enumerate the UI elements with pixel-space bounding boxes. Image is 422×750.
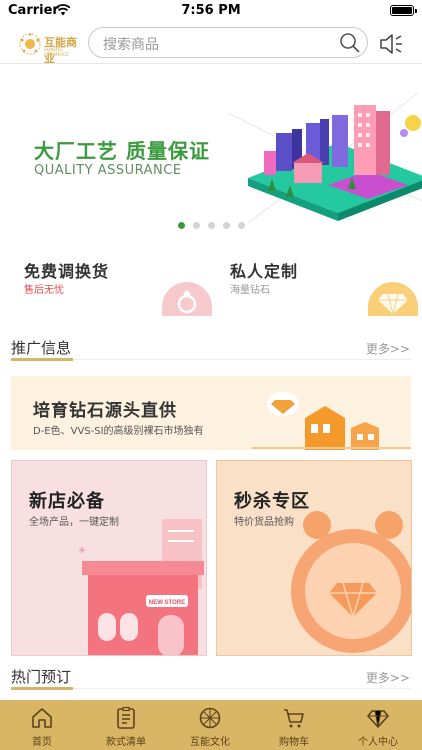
promo-banner[interactable]: 培育钻石源头直供 D-E色、VVS-SI的高级别裸石市场独有: [11, 376, 411, 450]
more-link[interactable]: 更多>>: [366, 340, 410, 357]
top-header: 互能商业 HUNENG COMMERCE 搜索商品: [0, 24, 422, 65]
section-hot-header: 热门预订 更多>>: [0, 662, 422, 692]
alarm-clock-illustration: [291, 511, 411, 653]
logo-subtext: HUNENG COMMERCE: [44, 47, 69, 57]
tile-flash-sale[interactable]: 秒杀专区 特价货品抢购: [216, 460, 412, 656]
more-link[interactable]: 更多>>: [366, 669, 410, 686]
bottom-tab-bar: 首页 款式清单 互能文化 购物车 个人中心: [0, 700, 422, 750]
feature-title: 免费调换货: [24, 262, 110, 281]
store-sign: NEW STORE: [149, 600, 185, 606]
pagination-dot[interactable]: [207, 222, 215, 229]
battery-icon: [390, 5, 417, 16]
tab-label: 款式清单: [106, 737, 146, 748]
section-accent: [11, 687, 73, 690]
status-bar: Carrier 7:56 PM: [0, 0, 422, 22]
banner-headline: 大厂工艺 质量保证: [34, 139, 210, 163]
feature-title: 私人定制: [230, 262, 299, 281]
store-illustration: NEW STORE: [79, 519, 204, 655]
tab-profile[interactable]: 个人中心: [336, 700, 420, 750]
section-accent: [11, 358, 73, 361]
promo-title: 培育钻石源头直供: [33, 401, 177, 421]
search-placeholder: 搜索商品: [103, 37, 159, 53]
banner-pagination[interactable]: [0, 214, 422, 229]
feature-custom[interactable]: 私人定制 海量钻石: [218, 252, 418, 316]
hero-banner[interactable]: 大厂工艺 质量保证 QUALITY ASSURANCE: [0, 65, 422, 235]
tab-style-list[interactable]: 款式清单: [84, 700, 168, 750]
pagination-dot[interactable]: [237, 222, 245, 229]
cart-icon: [284, 709, 304, 728]
logo-mark-icon: [19, 33, 41, 55]
section-promo-header: 推广信息 更多>>: [0, 333, 422, 363]
feature-free-exchange[interactable]: 免费调换货 售后无忧: [12, 252, 212, 316]
tile-title: 新店必备: [29, 491, 105, 512]
pagination-dot[interactable]: [222, 222, 230, 229]
tile-new-store[interactable]: 新店必备 全场产品，一键定制 NEW STORE: [11, 460, 207, 656]
pagination-dot-active[interactable]: [177, 222, 185, 229]
ring-icon: [162, 282, 212, 316]
tab-label: 互能文化: [190, 737, 230, 748]
search-icon[interactable]: [339, 32, 361, 54]
banner-subline: QUALITY ASSURANCE: [34, 163, 182, 178]
tab-culture[interactable]: 互能文化: [168, 700, 252, 750]
tab-label: 首页: [32, 737, 52, 748]
search-input[interactable]: 搜索商品: [88, 27, 368, 58]
diamond-icon: [368, 282, 418, 316]
culture-icon: [199, 707, 221, 729]
promo-subtitle: D-E色、VVS-SI的高级别裸石市场独有: [33, 426, 204, 437]
tab-label: 购物车: [279, 737, 309, 748]
city-illustration: [228, 93, 422, 223]
home-screen: Carrier 7:56 PM 互能商业 HUNENG COMMERCE 搜索商…: [0, 0, 422, 750]
pagination-dot[interactable]: [192, 222, 200, 229]
clock: 7:56 PM: [181, 3, 241, 18]
feature-subtitle: 海量钻石: [230, 285, 270, 296]
diamond-houses-illustration: [251, 392, 411, 450]
tab-cart[interactable]: 购物车: [252, 700, 336, 750]
feature-subtitle: 售后无忧: [24, 285, 64, 296]
home-icon: [32, 708, 52, 728]
tab-label: 个人中心: [358, 737, 398, 748]
speaker-icon[interactable]: [379, 33, 405, 55]
tab-home[interactable]: 首页: [0, 700, 84, 750]
list-icon: [117, 706, 135, 729]
profile-icon: [367, 710, 389, 728]
brand-logo[interactable]: 互能商业 HUNENG COMMERCE: [18, 30, 84, 65]
